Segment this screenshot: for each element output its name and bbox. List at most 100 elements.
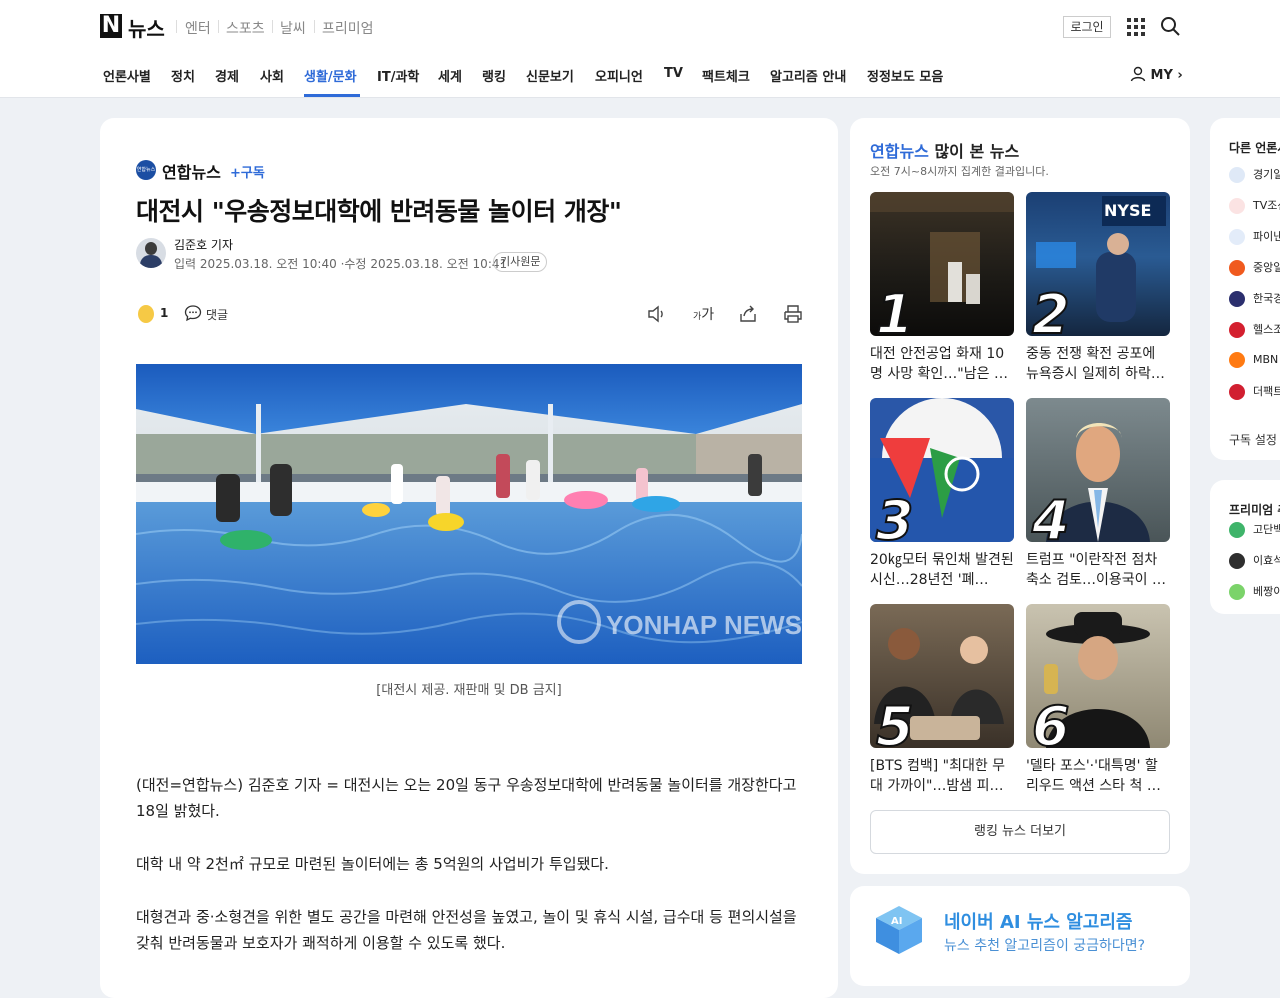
press-item-label: 더팩트 (1253, 385, 1280, 398)
service-link-enter[interactable]: 엔터 (185, 18, 211, 38)
channel-icon (1229, 584, 1245, 600)
apps-grid-icon[interactable] (1127, 18, 1145, 36)
ranking-title-rest: 많이 본 뉴스 (928, 142, 1020, 161)
ranking-thumbnail: 3 (870, 398, 1014, 542)
menu-world[interactable]: 세계 (438, 66, 462, 85)
global-header: N 뉴스 엔터 스포츠 날씨 프리미엄 로그인 언론사별 정치 경제 사회 생활… (0, 0, 1280, 98)
premium-item[interactable]: 고단백 (1229, 521, 1280, 538)
menu-life-culture[interactable]: 생활/문화 (304, 66, 357, 85)
press-logo-icon (1229, 167, 1245, 183)
menu-press[interactable]: 언론사별 (103, 66, 151, 85)
premium-item-label: 베짱이 (1253, 585, 1280, 598)
divider (218, 20, 219, 33)
share-icon[interactable] (737, 304, 759, 324)
press-logo-icon (1229, 384, 1245, 400)
service-link-sports[interactable]: 스포츠 (226, 18, 265, 38)
ranking-headline: 중동 전쟁 확전 공포에 뉴욕증시 일제히 하락… (1026, 346, 1165, 382)
font-size-label: 가 (701, 307, 715, 323)
speaker-icon[interactable] (646, 304, 668, 324)
menu-corrections[interactable]: 정정보도 모음 (867, 66, 943, 85)
press-item-label: MBN (1253, 353, 1279, 366)
menu-tv[interactable]: TV (664, 66, 683, 81)
ranking-title[interactable]: 연합뉴스 많이 본 뉴스 (870, 138, 1019, 162)
menu-opinion[interactable]: 오피니언 (595, 66, 643, 85)
rank-number: 3 (875, 489, 915, 543)
ranking-press: 연합뉴스 (870, 142, 929, 161)
thumb-label: NYSE (1104, 201, 1151, 220)
divider (314, 20, 315, 33)
ranking-more-button[interactable]: 랭킹 뉴스 더보기 (870, 810, 1170, 854)
press-item[interactable]: MBN (1229, 352, 1278, 368)
print-icon[interactable] (782, 304, 804, 324)
article-paragraph: 대학 내 약 2천㎡ 규모로 마련된 놀이터에는 총 5억원의 사업비가 투입됐… (136, 855, 609, 873)
premium-title: 프리미엄 추 (1229, 503, 1280, 517)
press-logo-icon (1229, 229, 1245, 245)
press-item[interactable]: 경기일 (1229, 166, 1280, 183)
premium-item-label: 이효석 (1253, 554, 1280, 567)
channel-icon (1229, 522, 1245, 538)
rank-number: 4 (1031, 489, 1071, 543)
article-paragraph: (대전=연합뉴스) 김준호 기자 = 대전시는 오는 20일 동구 우송정보대학… (136, 776, 797, 820)
my-link[interactable]: MY › (1130, 66, 1183, 83)
comment-icon[interactable] (184, 304, 202, 322)
ai-algorithm-card[interactable]: AI 네이버 AI 뉴스 알고리즘 뉴스 추천 알고리즘이 궁금하다면? (850, 886, 1190, 986)
pet-pool-photo: YONHAP NEWS (136, 364, 802, 664)
press-item[interactable]: 한국경 (1229, 290, 1280, 307)
rank-number: 1 (875, 283, 915, 337)
service-link-weather[interactable]: 날씨 (280, 18, 306, 38)
comment-label[interactable]: 댓글 (206, 306, 228, 323)
subscription-settings-link[interactable]: 구독 설정 (1229, 431, 1277, 448)
ranking-card: 연합뉴스 많이 본 뉴스 오전 7시~8시까지 집계한 결과입니다. 1 대전 … (850, 118, 1190, 874)
menu-newspaper[interactable]: 신문보기 (526, 66, 574, 85)
edit-label: 수정 (344, 257, 367, 271)
rank-number: 5 (875, 695, 915, 749)
user-icon (1130, 66, 1146, 82)
menu-economy[interactable]: 경제 (215, 66, 239, 85)
article-card: 연합뉴스 연합뉴스 +구독 대전시 "우송정보대학에 반려동물 놀이터 개장" … (100, 118, 838, 998)
ranking-thumbnail: 4 (1026, 398, 1170, 542)
input-time: 2025.03.18. 오전 10:40 (199, 257, 337, 271)
press-logo-icon (1229, 291, 1245, 307)
press-item[interactable]: 헬스조 (1229, 321, 1280, 338)
divider (176, 20, 177, 33)
ranking-thumbnail: NYSE 2 (1026, 192, 1170, 336)
login-button[interactable]: 로그인 (1063, 16, 1111, 38)
ai-card-subtitle: 뉴스 추천 알고리즘이 궁금하다면? (944, 938, 1146, 954)
photo-caption: [대전시 제공. 재판매 및 DB 금지] (376, 683, 562, 698)
press-logo[interactable]: 연합뉴스 (136, 160, 156, 180)
search-icon[interactable] (1160, 16, 1180, 36)
menu-politics[interactable]: 정치 (171, 66, 195, 85)
menu-algorithm[interactable]: 알고리즘 안내 (770, 66, 846, 85)
channel-icon (1229, 553, 1245, 569)
naver-logo[interactable]: N (100, 14, 122, 38)
premium-item-label: 고단백 (1253, 523, 1280, 536)
reporter-name[interactable]: 김준호 기자 (174, 236, 233, 253)
reporter-avatar[interactable] (136, 238, 166, 268)
press-logo-icon (1229, 322, 1245, 338)
premium-item[interactable]: 이효석 (1229, 552, 1280, 569)
premium-item[interactable]: 베짱이 (1229, 583, 1280, 600)
press-item[interactable]: 파이낸 (1229, 228, 1280, 245)
ranking-headline: [BTS 컴백] "최대한 무대 가까이"…밤샘 피… (870, 758, 1006, 794)
font-size-button[interactable]: 가가 (693, 304, 714, 324)
article-photo[interactable]: YONHAP NEWS (136, 364, 802, 664)
press-name[interactable]: 연합뉴스 (162, 159, 221, 183)
menu-society[interactable]: 사회 (260, 66, 284, 85)
original-article-button[interactable]: 기사원문 (493, 252, 548, 272)
active-menu-underline (304, 94, 360, 97)
service-link-premium[interactable]: 프리미엄 (322, 18, 374, 38)
article-datetime: 입력 2025.03.18. 오전 10:40 ·수정 2025.03.18. … (174, 257, 508, 271)
main-menu: 언론사별 정치 경제 사회 생활/문화 IT/과학 세계 랭킹 신문보기 오피니… (100, 56, 1190, 98)
press-item[interactable]: TV조선 (1229, 197, 1280, 214)
ranking-headline: 트럼프 "이란작전 점차 축소 검토…이용국이 … (1026, 552, 1166, 588)
photo-watermark: YONHAP NEWS (606, 610, 802, 640)
menu-it-science[interactable]: IT/과학 (377, 66, 419, 85)
menu-ranking[interactable]: 랭킹 (482, 66, 506, 85)
news-title[interactable]: 뉴스 (128, 13, 165, 42)
press-item[interactable]: 중앙일 (1229, 259, 1280, 276)
subscribe-button[interactable]: +구독 (230, 162, 265, 181)
ranking-headline: 대전 안전공업 화재 10명 사망 확인…"남은 … (870, 346, 1008, 382)
press-item[interactable]: 더팩트 (1229, 383, 1280, 400)
press-item-label: TV조선 (1253, 199, 1280, 212)
menu-factcheck[interactable]: 팩트체크 (702, 66, 750, 85)
